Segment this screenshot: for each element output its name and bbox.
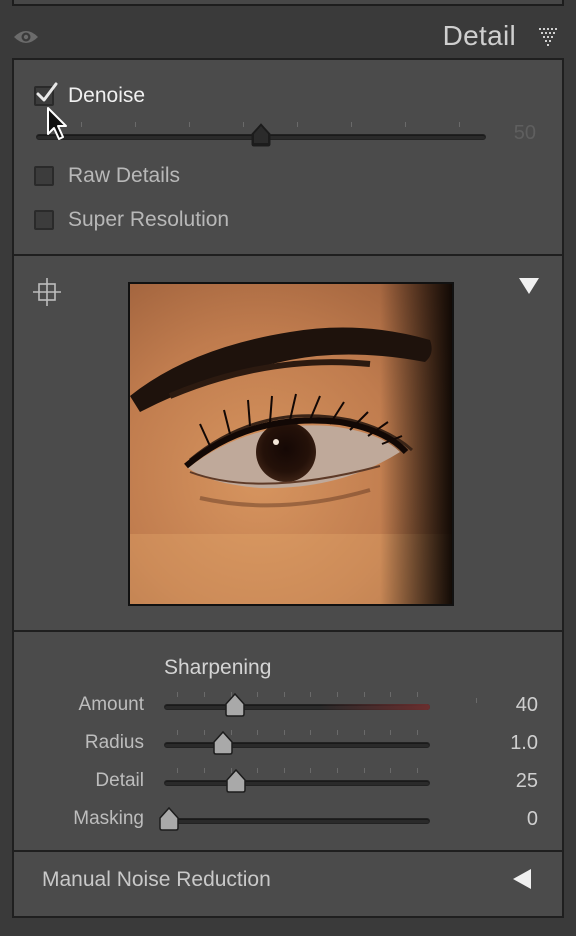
radius-slider-ticks: [164, 730, 430, 736]
detail-preview-section: [12, 254, 564, 632]
super-resolution-checkbox[interactable]: [34, 210, 54, 230]
masking-slider-thumb[interactable]: [158, 806, 180, 832]
masking-slider-track[interactable]: [164, 818, 430, 824]
eye-closeup-image: [130, 284, 452, 604]
radius-value[interactable]: 1.0: [478, 732, 538, 755]
radius-slider-thumb[interactable]: [212, 730, 234, 756]
denoise-value[interactable]: 50: [514, 122, 536, 145]
sharpening-section: Sharpening Amount 40 Radius 1.0 Detail 2…: [12, 630, 564, 852]
amount-slider[interactable]: [164, 692, 430, 717]
masking-label: Masking: [73, 808, 144, 829]
collapse-left-icon[interactable]: [512, 868, 532, 890]
raw-details-checkbox[interactable]: [34, 166, 54, 186]
collapse-down-icon[interactable]: [518, 276, 540, 296]
checkmark-icon: [36, 82, 58, 102]
denoise-checkbox[interactable]: [34, 82, 58, 106]
amount-value[interactable]: 40: [478, 694, 538, 717]
amount-slider-red-range: [320, 704, 430, 710]
denoise-row[interactable]: Denoise: [34, 82, 146, 108]
triangle-menu-icon[interactable]: [538, 26, 558, 46]
detail-slider-ticks: [164, 768, 430, 774]
detail-value[interactable]: 25: [478, 770, 538, 793]
raw-details-label: Raw Details: [68, 164, 181, 187]
manual-noise-reduction-section[interactable]: Manual Noise Reduction: [12, 850, 564, 918]
radius-slider[interactable]: [164, 730, 430, 755]
denoise-slider-thumb[interactable]: [250, 122, 272, 148]
amount-stray-tick: [476, 698, 477, 703]
amount-slider-ticks: [164, 692, 430, 698]
super-resolution-row[interactable]: Super Resolution: [34, 208, 229, 232]
radius-label: Radius: [84, 732, 144, 753]
cursor-icon: [47, 107, 67, 140]
super-resolution-label: Super Resolution: [68, 208, 230, 231]
amount-slider-thumb[interactable]: [224, 692, 246, 718]
denoise-label: Denoise: [68, 84, 146, 107]
masking-value[interactable]: 0: [478, 808, 538, 831]
raw-details-row[interactable]: Raw Details: [34, 164, 180, 188]
denoise-section: Denoise 50 Raw Details Super Resolution: [12, 58, 564, 256]
target-icon[interactable]: [31, 276, 63, 308]
denoise-slider[interactable]: [36, 122, 486, 147]
detail-slider[interactable]: [164, 768, 430, 793]
panel-title: Detail: [442, 20, 516, 51]
masking-slider[interactable]: [159, 806, 430, 831]
manual-noise-reduction-label: Manual Noise Reduction: [42, 868, 271, 891]
detail-slider-track[interactable]: [164, 780, 430, 786]
radius-slider-track[interactable]: [164, 742, 430, 748]
preview-image[interactable]: [128, 282, 454, 606]
detail-label: Detail: [95, 770, 144, 791]
detail-panel-header[interactable]: Detail: [0, 6, 576, 58]
amount-label: Amount: [78, 694, 144, 715]
detail-slider-thumb[interactable]: [225, 768, 247, 794]
eye-icon[interactable]: [13, 28, 39, 46]
sharpening-title: Sharpening: [164, 656, 272, 679]
